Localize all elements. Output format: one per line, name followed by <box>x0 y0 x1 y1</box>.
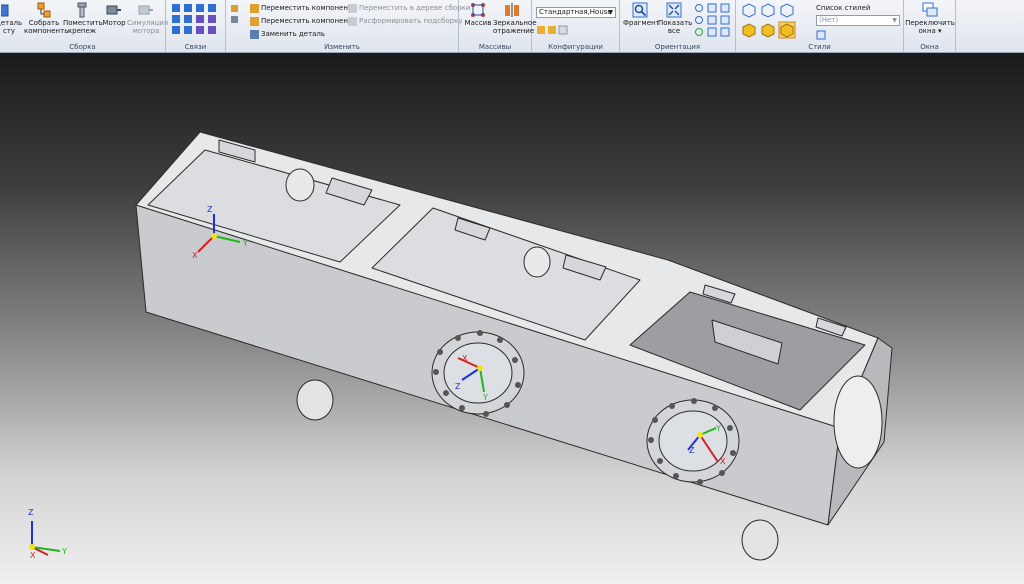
wheel <box>741 519 779 561</box>
move-in-tree-icon <box>348 3 357 13</box>
move-in-tree-item[interactable]: Переместить в дереве сборки <box>348 3 470 14</box>
triad-y-label: Y <box>483 393 488 402</box>
rearrange-components-item[interactable]: Переместить компоненты <box>250 16 358 27</box>
links-icon-grid[interactable] <box>171 3 223 41</box>
move-component-icon <box>250 3 259 13</box>
group-title-arrays: Массивы <box>478 43 512 51</box>
group-title-styles: Стили <box>808 43 831 51</box>
group-modify: Переместить компонент Переместить в дере… <box>226 0 470 52</box>
array-label: Массив <box>464 19 492 27</box>
fragment-button[interactable]: Фрагмент <box>623 2 660 27</box>
global-orientation-triad <box>29 521 61 556</box>
add-part-button[interactable]: деталь сту <box>0 2 22 35</box>
triad-x-label: X <box>192 251 198 260</box>
triad-z-label: Z <box>689 446 695 455</box>
viewport-3d[interactable]: Z X Y X Z Y Z X Y Z X Y <box>0 53 1024 584</box>
triad-z-label: Z <box>455 382 461 391</box>
edit-style-icon[interactable] <box>816 30 826 40</box>
motor-label: Мотор <box>102 19 126 27</box>
group-styles: Список стилей (Нет) ▼ Стили <box>736 0 904 52</box>
group-windows: Переключить окна ▾ Окна <box>904 0 956 52</box>
array-button[interactable]: Массив <box>462 2 494 27</box>
global-y-label: Y <box>62 547 67 556</box>
configuration-select[interactable]: Стандартная,House ▼ <box>536 7 616 18</box>
move-component-label: Переместить компонент <box>261 4 352 12</box>
gauge-knob <box>285 168 315 202</box>
triad-z-label: Z <box>207 205 213 214</box>
global-z-label: Z <box>28 508 34 517</box>
mirror-label: Зеркальное отражение <box>493 19 537 35</box>
replace-part-label: Заменить деталь <box>261 30 326 38</box>
configuration-value: Стандартная,House <box>539 8 612 16</box>
constraint-icons <box>172 4 216 34</box>
assemble-icon <box>37 2 51 18</box>
group-title-links: Связи <box>184 43 207 51</box>
inspection-window <box>443 342 513 404</box>
triad-x-label: X <box>462 354 468 363</box>
fastener-icon <box>77 2 87 18</box>
mirror-icon <box>505 3 519 17</box>
view-tool-icons <box>695 3 730 37</box>
triad-x-label: X <box>720 457 726 466</box>
style-list-label: Список стилей <box>816 4 871 12</box>
place-fastener-button[interactable]: Поместить крепеж <box>63 2 103 35</box>
group-orientation: Фрагмент Показать все Ориентация <box>620 0 736 52</box>
mirror-button[interactable]: Зеркальное отражение <box>493 2 537 35</box>
show-all-icon <box>666 2 682 18</box>
modify-side-icons[interactable] <box>230 4 240 30</box>
replace-part-icon <box>250 29 259 39</box>
style-list-select[interactable]: (Нет) ▼ <box>816 15 900 26</box>
motor-simulation-button[interactable]: Симуляция мотора <box>127 2 169 35</box>
group-title-orientation: Ориентация <box>654 43 701 51</box>
move-in-tree-label: Переместить в дереве сборки <box>359 4 471 12</box>
wheel <box>296 379 334 421</box>
fragment-label: Фрагмент <box>623 19 660 27</box>
disband-subassembly-item[interactable]: Расформировать подсборку <box>348 16 462 27</box>
switch-windows-button[interactable]: Переключить окна ▾ <box>905 2 955 35</box>
group-assembly: деталь сту Собрать компоненты Поместить … <box>0 0 169 52</box>
motor-button[interactable]: Мотор <box>101 2 127 27</box>
show-all-button[interactable]: Показать все <box>658 2 693 35</box>
triad-y-label: Y <box>243 239 248 248</box>
show-all-label: Показать все <box>658 19 693 35</box>
end-bore <box>833 375 883 469</box>
group-arrays: Массив Зеркальное отражение Массивы <box>459 0 537 52</box>
triad-y-label: Y <box>716 424 721 433</box>
assemble-components-button[interactable]: Собрать компоненты <box>24 2 70 35</box>
global-x-label: X <box>30 551 36 560</box>
disband-subassembly-label: Расформировать подсборку <box>359 17 463 25</box>
move-component-item[interactable]: Переместить компонент <box>250 3 352 14</box>
group-configurations: Стандартная,House ▼ Конфигурации <box>532 0 620 52</box>
rearrange-components-icon <box>250 16 259 26</box>
chevron-down-icon: ▼ <box>608 9 613 16</box>
motor-icon <box>106 5 121 15</box>
switch-windows-label: Переключить окна ▾ <box>905 19 955 35</box>
rearrange-components-label: Переместить компоненты <box>261 17 358 25</box>
assembly-model[interactable] <box>0 53 1024 584</box>
group-title-modify: Изменить <box>324 43 360 51</box>
group-title-windows: Окна <box>920 43 939 51</box>
group-title-configurations: Конфигурации <box>548 43 603 51</box>
group-title-assembly: Сборка <box>69 43 96 51</box>
disband-subassembly-icon <box>348 16 357 26</box>
motor-simulation-label: Симуляция мотора <box>127 19 169 35</box>
motor-simulation-icon <box>138 5 153 15</box>
add-part-icon <box>1 4 9 17</box>
style-list-value: (Нет) <box>819 16 839 24</box>
chevron-down-icon: ▼ <box>892 17 897 24</box>
zoom-fragment-icon <box>632 2 648 18</box>
place-fastener-label: Поместить крепеж <box>63 19 103 35</box>
windows-icon <box>922 2 938 17</box>
array-icon <box>471 3 485 17</box>
group-links: Связи <box>166 0 226 52</box>
replace-part-item[interactable]: Заменить деталь <box>250 29 325 40</box>
configuration-tools[interactable] <box>537 25 577 35</box>
view-tools-grid[interactable] <box>694 3 732 41</box>
gauge-knob <box>523 246 551 278</box>
add-part-label: деталь сту <box>0 19 23 35</box>
ribbon-toolbar: деталь сту Собрать компоненты Поместить … <box>0 0 1024 53</box>
display-style-icons[interactable] <box>740 3 800 39</box>
